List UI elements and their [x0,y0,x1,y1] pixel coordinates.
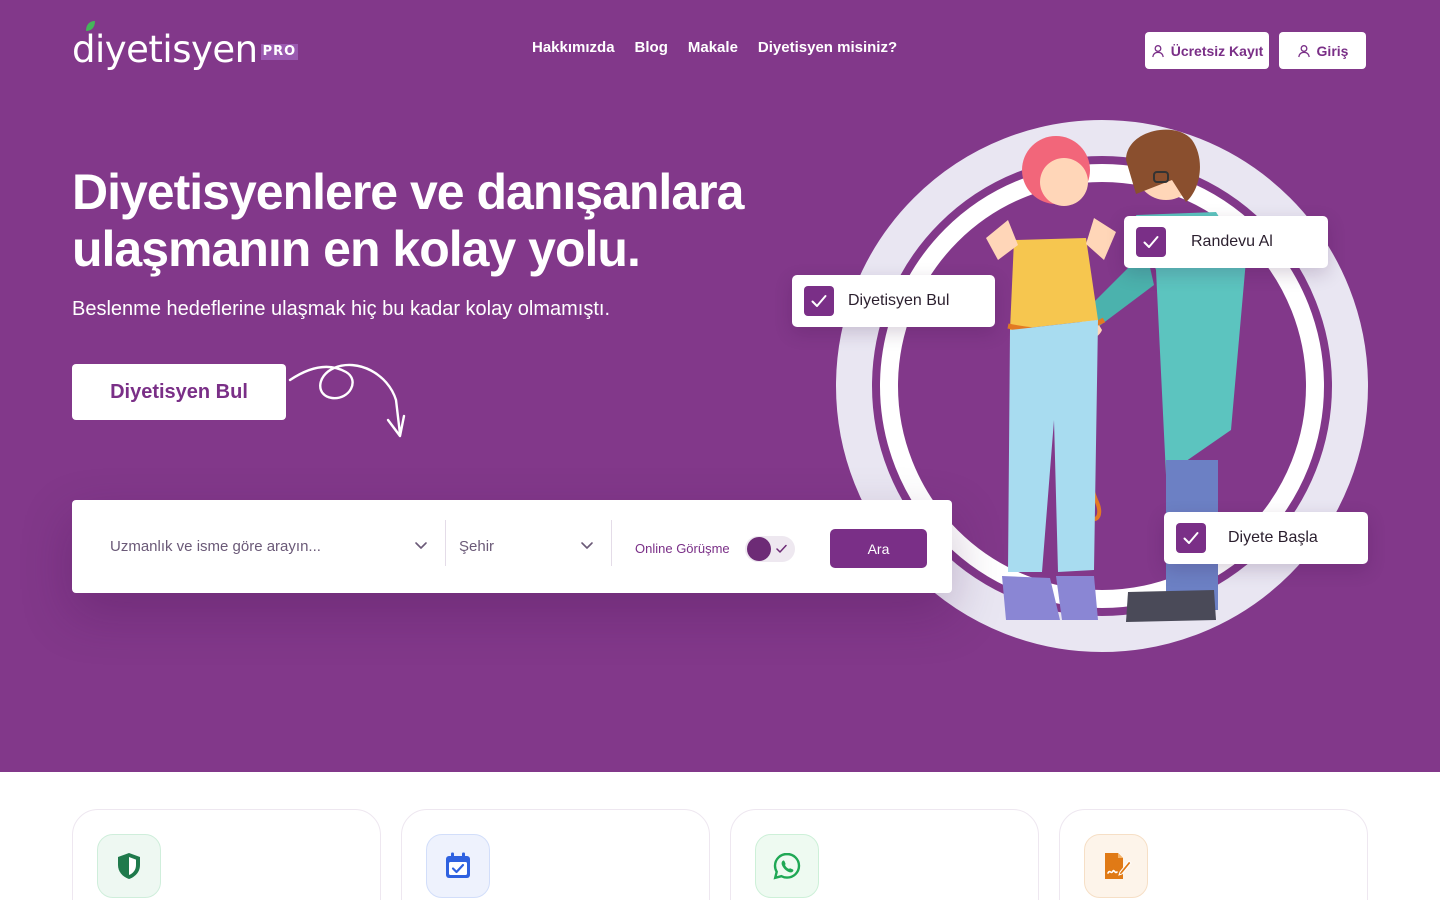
tag-find-dietitian: Diyetisyen Bul [792,275,995,327]
find-dietitian-button[interactable]: Diyetisyen Bul [72,364,286,420]
free-register-label: Ücretsiz Kayıt [1170,42,1264,59]
hero-subtitle: Beslenme hedeflerine ulaşmak hiç bu kada… [72,298,611,320]
feature-card-security [72,809,381,900]
online-meeting-label: Online Görüşme [635,541,730,556]
logo-pro-badge: PRO [260,44,299,60]
chevron-down-icon[interactable] [414,538,428,552]
user-icon [1151,44,1164,57]
leaf-icon [86,21,95,31]
check-icon [776,544,787,553]
nav-link-article[interactable]: Makale [688,38,738,58]
checkbox-checked-icon [1176,523,1206,553]
free-register-button[interactable]: Ücretsiz Kayıt [1145,32,1269,69]
checkbox-checked-icon [804,286,834,316]
tag-book-appointment: Randevu Al [1124,216,1328,268]
site-logo[interactable]: diyetisyen PRO [72,21,299,72]
toggle-knob [747,537,771,561]
city-select[interactable]: Şehir [459,537,494,557]
feature-icon-box [755,834,819,898]
login-button[interactable]: Giriş [1279,32,1366,69]
login-label: Giriş [1316,42,1349,59]
signed-document-icon [1105,853,1132,879]
feature-card-whatsapp [730,809,1039,900]
main-nav: Hakkımızda Blog Makale Diyetisyen misini… [532,38,897,58]
nav-link-for-dietitians[interactable]: Diyetisyen misiniz? [758,38,897,58]
feature-card-appointment [401,809,710,900]
tag-label: Diyete Başla [1228,529,1318,546]
tag-start-diet: Diyete Başla [1164,512,1368,564]
hero-headline-line1: Diyetisyenlere ve danışanlara [72,164,744,220]
chevron-down-icon[interactable] [580,538,594,552]
hero-section: diyetisyen PRO Hakkımızda Blog Makale Di… [0,0,1440,772]
tag-label: Diyetisyen Bul [848,292,950,309]
feature-icon-box [1084,834,1148,898]
hero-headline: Diyetisyenlere ve danışanlara ulaşmanın … [72,164,772,278]
nav-link-blog[interactable]: Blog [635,38,668,58]
checkbox-checked-icon [1136,227,1166,257]
user-icon [1297,44,1310,57]
search-bar: Uzmanlık ve isme göre arayın... Şehir On… [72,500,952,593]
shield-icon [118,853,140,879]
online-meeting-toggle[interactable] [745,536,795,562]
search-submit-button[interactable]: Ara [830,529,927,568]
logo-wordmark: diyetisyen [72,28,258,71]
divider [611,520,612,566]
feature-icon-box [426,834,490,898]
divider [445,520,446,566]
curly-arrow-icon [288,363,406,438]
whatsapp-icon [773,852,801,880]
tag-label: Randevu Al [1191,233,1273,250]
feature-card-diet-plan [1059,809,1368,900]
specialty-search-select[interactable]: Uzmanlık ve isme göre arayın... [110,537,321,557]
nav-link-about[interactable]: Hakkımızda [532,38,615,58]
hero-headline-line2: ulaşmanın en kolay yolu. [72,221,641,277]
calendar-check-icon [446,852,470,878]
feature-icon-box [97,834,161,898]
